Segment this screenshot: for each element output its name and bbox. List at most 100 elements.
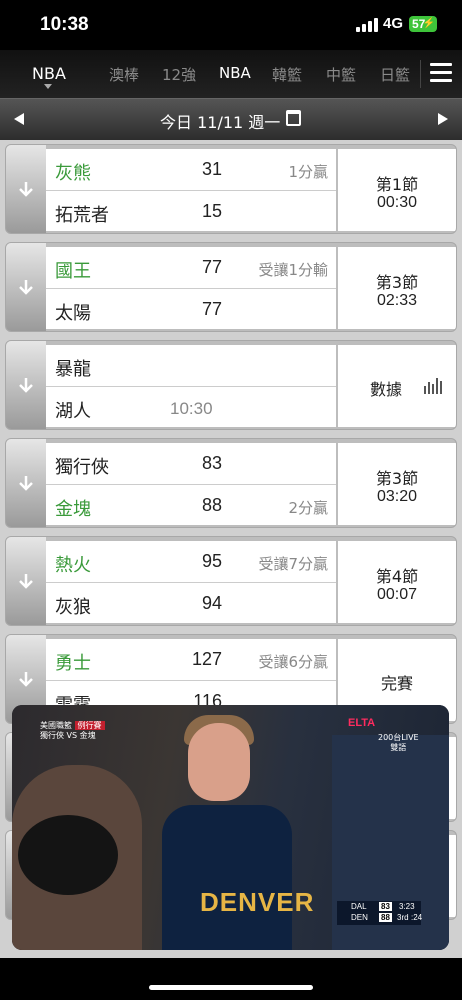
arrow-down-icon — [19, 378, 33, 393]
chevron-down-icon[interactable] — [44, 84, 52, 89]
game-period: 第1節 — [375, 175, 419, 194]
game-card[interactable]: 獨行俠 83 金塊 88 2分贏 第3節 03:20 — [5, 438, 457, 528]
season-tag: 例行賽 — [74, 721, 105, 730]
team-name: 獨行俠 — [55, 457, 109, 478]
stats-button[interactable]: 數據 — [338, 345, 456, 427]
live-video-player[interactable]: DENVER 美國職籃 例行賽 獨行俠 VS 金塊 ELTA 200台LIVE … — [12, 705, 449, 950]
bet-result: 2分贏 — [288, 499, 328, 517]
team-name: 湖人 — [55, 401, 91, 422]
tab-aus-baseball[interactable]: 澳棒 — [109, 64, 139, 85]
tab-china-basketball[interactable]: 中籃 — [326, 64, 356, 85]
team-score: 15 — [201, 201, 222, 221]
date-bar: 今日 11/11 週一 — [0, 98, 462, 140]
team-row: 拓荒者 15 — [46, 190, 336, 231]
battery-icon: 57 ⚡ — [409, 16, 437, 32]
status-time: 10:38 — [40, 14, 89, 35]
expand-button[interactable] — [6, 439, 46, 527]
video-player-left-head — [18, 815, 118, 895]
bet-result: 受讓6分贏 — [258, 653, 328, 671]
expand-button[interactable] — [6, 537, 46, 625]
home-indicator[interactable] — [149, 985, 313, 990]
team-name: 金塊 — [55, 499, 91, 520]
period: 3rd — [397, 913, 409, 922]
team-name: 灰狼 — [55, 597, 91, 618]
video-scoreboard: DAL 83 3:23 DEN 88 3rd :24 — [337, 901, 423, 925]
game-status[interactable]: 第4節 00:07 — [338, 541, 456, 623]
team-name: 暴龍 — [55, 359, 91, 380]
game-card[interactable]: 灰熊 31 1分贏 拓荒者 15 第1節 00:30 — [5, 144, 457, 234]
game-status[interactable]: 第1節 00:30 — [338, 149, 456, 231]
expand-button[interactable] — [6, 243, 46, 331]
team-name: 勇士 — [55, 653, 91, 674]
team-name: 灰熊 — [55, 163, 91, 184]
team-score: 31 — [201, 159, 222, 179]
calendar-icon[interactable] — [286, 110, 301, 126]
matchup-label: 獨行俠 VS 金塊 — [40, 731, 96, 740]
league-label: 美國職籃 — [40, 721, 72, 730]
shot-clock: :24 — [411, 913, 423, 922]
home-team: DEN — [351, 913, 368, 922]
game-period: 第4節 — [375, 567, 419, 586]
game-status[interactable]: 第3節 03:20 — [338, 443, 456, 525]
team-row: 熱火 95 受讓7分贏 — [46, 541, 336, 582]
network-type: 4G — [383, 15, 404, 32]
game-clock: 00:30 — [376, 194, 418, 211]
team-row: 太陽 77 — [46, 288, 336, 329]
away-score: 83 — [379, 902, 392, 911]
team-row: 湖人 10:30 — [46, 386, 336, 427]
stats-label: 數據 — [369, 380, 402, 399]
game-clock: 03:20 — [376, 488, 418, 505]
start-time: 10:30 — [170, 399, 213, 418]
hamburger-menu-icon[interactable] — [430, 63, 452, 83]
arrow-down-icon — [19, 574, 33, 589]
team-score: 77 — [201, 257, 222, 277]
bet-result: 受讓1分輸 — [258, 261, 328, 279]
team-row: 金塊 88 2分贏 — [46, 484, 336, 525]
next-day-arrow-icon[interactable] — [438, 113, 448, 125]
broadcaster-logo: ELTA — [348, 717, 376, 729]
arrow-down-icon — [19, 672, 33, 687]
team-row: 獨行俠 83 — [46, 443, 336, 484]
previous-day-arrow-icon[interactable] — [14, 113, 24, 125]
game-clock: 3:23 — [399, 902, 415, 911]
team-score: 127 — [191, 649, 222, 669]
game-final-label: 完賽 — [380, 674, 413, 693]
tab-nba[interactable]: NBA — [219, 64, 251, 82]
broadcast-tag: 美國職籃 例行賽 獨行俠 VS 金塊 — [40, 721, 105, 741]
team-name: 熱火 — [55, 555, 91, 576]
arrow-down-icon — [19, 280, 33, 295]
tab-korea-basketball[interactable]: 韓籃 — [272, 64, 302, 85]
tab-premier12[interactable]: 12強 — [162, 64, 196, 85]
game-clock: 00:07 — [376, 586, 418, 603]
team-row: 灰熊 31 1分贏 — [46, 149, 336, 190]
video-player-head — [188, 723, 250, 801]
team-score: 88 — [201, 495, 222, 515]
game-card[interactable]: 熱火 95 受讓7分贏 灰狼 94 第4節 00:07 — [5, 536, 457, 626]
team-row: 國王 77 受讓1分輸 — [46, 247, 336, 288]
expand-button[interactable] — [6, 341, 46, 429]
team-score: 95 — [201, 551, 222, 571]
game-status[interactable]: 第3節 02:33 — [338, 247, 456, 329]
current-league-selector[interactable]: NBA — [32, 64, 66, 83]
date-label[interactable]: 今日 11/11 週一 — [160, 109, 280, 133]
team-score: 77 — [201, 299, 222, 319]
bet-result: 1分贏 — [288, 163, 328, 181]
expand-button[interactable] — [6, 145, 46, 233]
away-team: DAL — [351, 902, 367, 911]
channel-tag: 200台LIVE 雙語 — [378, 733, 419, 753]
bottom-area — [0, 958, 462, 1000]
team-score: 94 — [201, 593, 222, 613]
jersey-text: DENVER — [200, 887, 315, 917]
status-bar: 10:38 4G 57 ⚡ — [0, 0, 462, 50]
game-card[interactable]: 國王 77 受讓1分輸 太陽 77 第3節 02:33 — [5, 242, 457, 332]
team-row: 暴龍 — [46, 345, 336, 386]
bar-chart-icon — [424, 378, 442, 394]
home-score: 88 — [379, 913, 392, 922]
bet-result: 受讓7分贏 — [258, 555, 328, 573]
game-card[interactable]: 暴龍 湖人 10:30 數據 — [5, 340, 457, 430]
tab-japan-basketball[interactable]: 日籃 — [380, 64, 410, 85]
team-row: 灰狼 94 — [46, 582, 336, 623]
team-name: 拓荒者 — [55, 205, 109, 226]
team-name: 太陽 — [55, 303, 91, 324]
audio-label: 雙語 — [390, 743, 407, 752]
